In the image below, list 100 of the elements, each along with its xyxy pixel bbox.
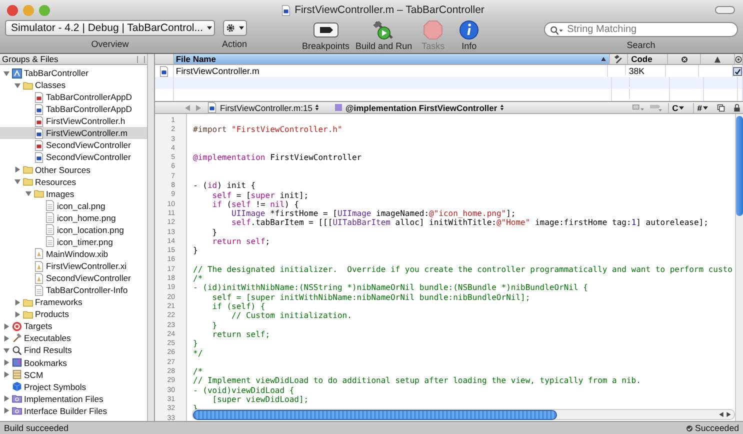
sidebar-item[interactable]: Targets	[0, 320, 147, 332]
book-icon	[12, 357, 22, 368]
sidebar-item[interactable]: SCM	[0, 368, 147, 381]
toolbar-button[interactable]: Breakpoints	[302, 20, 350, 51]
horizontal-scrollbar[interactable]	[192, 409, 735, 420]
code-line: - (id)initWithNibName:(NSString *)nibNameOrNil bundle:(NSBundle *)nibBundleOrNil {	[193, 283, 588, 292]
action-button[interactable]	[222, 20, 246, 36]
sidebar-item[interactable]: Executables	[0, 332, 147, 344]
splitter-handle-icon[interactable]	[137, 56, 145, 62]
sidebar-item[interactable]: Implementation Files	[0, 392, 147, 405]
source-file-icon	[34, 116, 44, 127]
sidebar-item[interactable]: Classes	[0, 79, 147, 92]
scroll-arrows-icon[interactable]	[719, 412, 731, 417]
sidebar-item[interactable]: FirstViewController.m	[0, 127, 147, 140]
sidebar-item[interactable]: Images	[0, 188, 147, 200]
vertical-scrollbar[interactable]	[735, 114, 743, 421]
collapsed-triangle-icon[interactable]	[14, 166, 21, 174]
collapsed-triangle-icon[interactable]	[3, 371, 10, 378]
bookmark-menu-icon[interactable]	[632, 103, 644, 112]
file-popup[interactable]: FirstViewController.m:15	[207, 102, 320, 113]
expanded-triangle-icon[interactable]	[14, 82, 21, 89]
database-icon	[12, 369, 22, 380]
code-line: }	[193, 339, 198, 348]
code-line: }	[211, 228, 218, 237]
error-icon	[680, 56, 688, 62]
lock-icon[interactable]	[733, 104, 741, 112]
column-header[interactable]: Code	[628, 54, 668, 64]
sidebar-item[interactable]: Interface Builder Files	[0, 404, 147, 417]
collapsed-triangle-icon[interactable]	[14, 298, 21, 306]
cube-icon	[12, 381, 22, 392]
sidebar-item[interactable]: Frameworks	[0, 296, 147, 308]
scheme-popup[interactable]: Simulator - 4.2 | Debug | TabBarControl...	[5, 20, 215, 36]
symbol-popup[interactable]: @implementation FirstViewController	[335, 102, 504, 112]
toolbar-button[interactable]: Build and Run	[356, 20, 412, 51]
search-field[interactable]: String Matching	[544, 22, 738, 37]
collapsed-triangle-icon[interactable]	[3, 334, 10, 342]
sidebar-item[interactable]: FirstViewController.xi	[0, 260, 147, 272]
toolbar-toggle-button[interactable]	[715, 6, 735, 14]
sidebar-item[interactable]: Resources	[0, 176, 147, 188]
sidebar-item[interactable]: icon_home.png	[0, 212, 147, 224]
file-icon	[45, 224, 55, 236]
sidebar-item[interactable]: Products	[0, 308, 147, 320]
code-line: // Implement viewDidLoad to do additional setup after loading the view, typically from a nib.	[193, 376, 641, 386]
file-icon	[45, 236, 55, 248]
code-line: /*	[193, 274, 203, 284]
sidebar-item[interactable]: FirstViewController.h	[0, 115, 147, 128]
splitter-bar[interactable]	[147, 54, 155, 421]
column-header[interactable]: File Name	[174, 54, 610, 64]
gear-icon	[226, 23, 234, 33]
sidebar-item[interactable]: SecondViewController	[0, 272, 147, 284]
expanded-triangle-icon[interactable]	[25, 190, 32, 198]
sidebar-item[interactable]: Other Sources	[0, 164, 147, 176]
expanded-triangle-icon[interactable]	[3, 346, 10, 354]
source-file-icon	[34, 128, 44, 139]
sidebar-item[interactable]: icon_timer.png	[0, 236, 147, 248]
caret-icon	[207, 26, 212, 30]
close-button[interactable]	[7, 4, 18, 16]
sidebar-item[interactable]: MainWindow.xib	[0, 248, 147, 260]
source-file-icon	[280, 4, 291, 16]
collapsed-triangle-icon[interactable]	[3, 407, 10, 414]
collapsed-triangle-icon[interactable]	[3, 395, 10, 402]
pragma-menu[interactable]: #	[693, 102, 711, 112]
expanded-triangle-icon[interactable]	[14, 178, 21, 186]
window-title: FirstViewController.m – TabBarController	[294, 4, 484, 16]
sidebar-item[interactable]: SecondViewController	[0, 139, 147, 152]
up-down-arrows-icon	[315, 104, 320, 111]
sidebar-item[interactable]: icon_cal.png	[0, 200, 147, 212]
toolbar-label: Search	[626, 40, 656, 50]
up-down-arrows-icon	[500, 104, 504, 111]
sidebar-item[interactable]: TabBarController-Info	[0, 284, 147, 296]
copy-icon[interactable]	[717, 104, 725, 112]
sidebar-item[interactable]: Project Symbols	[0, 380, 147, 393]
source-file-icon	[34, 152, 44, 163]
sidebar-item[interactable]: Bookmarks	[0, 356, 147, 369]
sidebar-item[interactable]: Find Results	[0, 344, 147, 356]
sidebar-item[interactable]: TabBarController	[0, 67, 147, 80]
source-file-icon	[34, 92, 44, 103]
sidebar-item[interactable]: TabBarControllerAppD	[0, 103, 147, 116]
target-icon	[735, 56, 742, 62]
smart-folder-icon	[12, 405, 22, 416]
file-icon	[45, 200, 55, 212]
expanded-triangle-icon[interactable]	[3, 70, 10, 77]
xib-file-icon	[34, 260, 44, 272]
collapsed-triangle-icon[interactable]	[14, 310, 21, 318]
code-line: }	[211, 320, 218, 330]
collapsed-triangle-icon[interactable]	[3, 322, 10, 330]
sidebar-item[interactable]: SecondViewController	[0, 151, 147, 164]
collapsed-triangle-icon[interactable]	[3, 359, 10, 366]
caret-icon	[238, 26, 244, 30]
folder-icon	[23, 164, 33, 176]
sidebar-item[interactable]: icon_location.png	[0, 224, 147, 236]
checkbox[interactable]	[733, 66, 742, 76]
back-arrow-icon[interactable]	[185, 104, 190, 110]
source-file-icon	[34, 140, 44, 151]
code-line: self = [super init];	[211, 190, 309, 200]
file-icon	[45, 212, 55, 224]
forward-arrow-icon[interactable]	[196, 104, 201, 110]
language-menu[interactable]: C	[668, 102, 688, 112]
toolbar-button[interactable]: Info	[454, 20, 484, 51]
sidebar-item[interactable]: TabBarControllerAppD	[0, 91, 147, 104]
